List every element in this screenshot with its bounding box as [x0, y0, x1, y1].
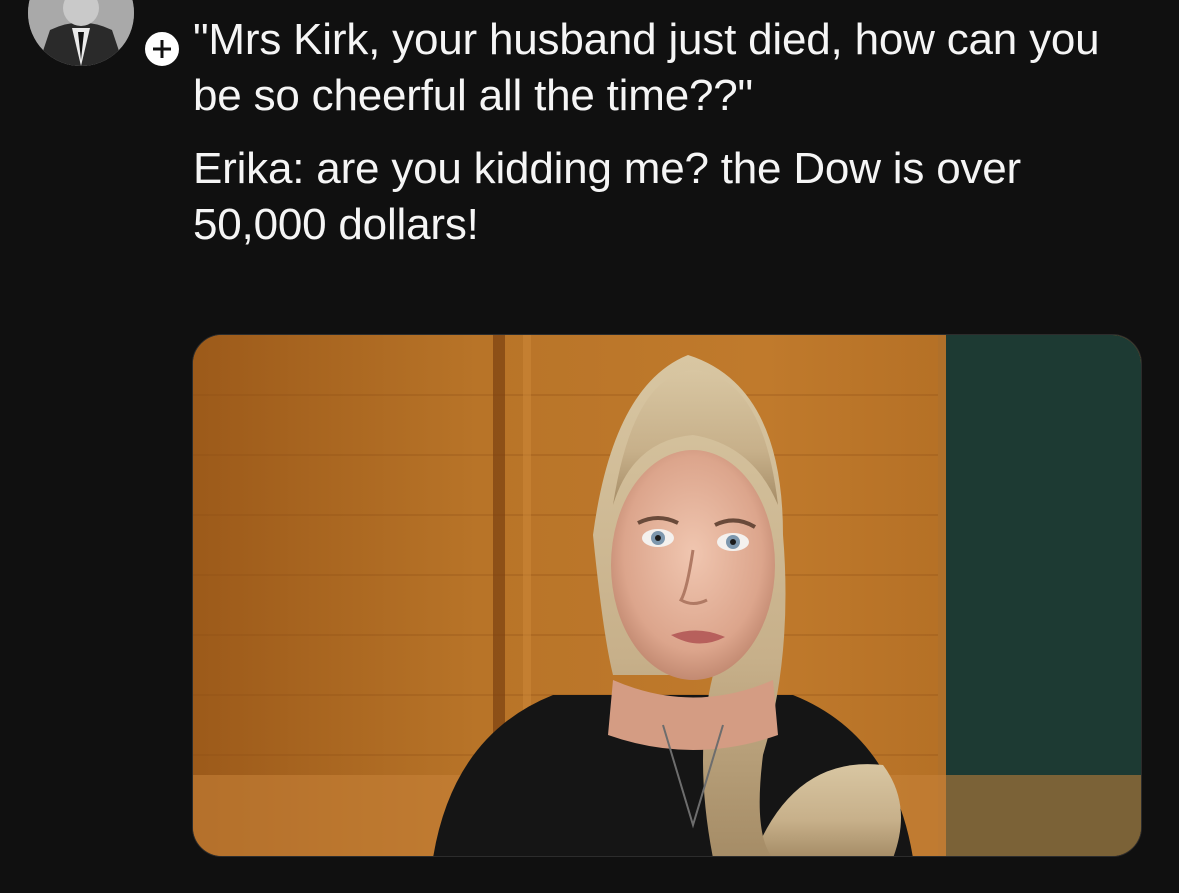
- post-text-paragraph-1: "Mrs Kirk, your husband just died, how c…: [193, 15, 1100, 120]
- post-media-image[interactable]: [192, 334, 1142, 857]
- post-body: "Mrs Kirk, your husband just died, how c…: [193, 12, 1153, 253]
- follow-button[interactable]: [142, 29, 182, 69]
- plus-icon: [153, 40, 171, 58]
- woman-portrait-photo-icon: [193, 335, 1141, 856]
- author-avatar-group: [28, 0, 182, 69]
- author-avatar[interactable]: [28, 0, 134, 66]
- avatar-photo-icon: [28, 0, 134, 66]
- post-text-paragraph-2: Erika: are you kidding me? the Dow is ov…: [193, 144, 1021, 249]
